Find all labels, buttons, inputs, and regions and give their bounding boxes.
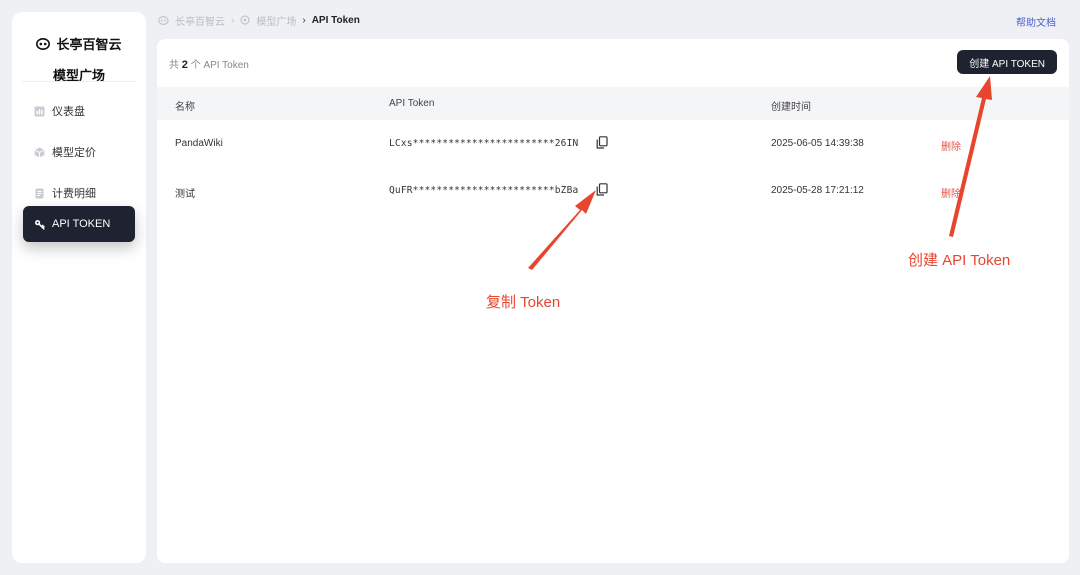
key-icon <box>34 219 45 230</box>
receipt-icon <box>34 188 45 199</box>
breadcrumb-model-square[interactable]: 模型广场 <box>256 13 296 28</box>
breadcrumb-current: API Token <box>311 14 360 26</box>
sidebar-item-model-pricing[interactable]: 模型定价 <box>23 134 135 170</box>
column-header-token: API Token <box>389 98 435 109</box>
count-suffix: 个 API Token <box>190 60 249 71</box>
chevron-right-icon: › <box>302 14 306 26</box>
count-value: 2 <box>181 59 188 71</box>
sidebar: 长亭百智云 模型广场 仪表盘 模型定价 计费明细 API TOKEN <box>12 12 146 563</box>
sidebar-item-label: 仪表盘 <box>52 106 85 118</box>
table-row: PandaWiki LCxs************************26… <box>157 121 1069 167</box>
breadcrumb: 长亭百智云 › 模型广场 › API Token <box>158 13 360 28</box>
copy-icon[interactable] <box>596 136 608 149</box>
sidebar-item-label: API TOKEN <box>52 218 111 230</box>
sidebar-item-api-token[interactable]: API TOKEN <box>23 206 135 242</box>
annotation-create-token: 创建 API Token <box>908 252 1011 269</box>
model-icon <box>240 15 250 25</box>
token-created-time: 2025-05-28 17:21:12 <box>771 185 864 196</box>
delete-button[interactable]: 删除 <box>941 138 961 153</box>
token-count: 共 2 个 API Token <box>169 56 249 71</box>
table-row: 测试 QuFR************************bZBa 2025… <box>157 168 1069 214</box>
brand: 长亭百智云 模型广场 <box>12 34 146 84</box>
token-created-time: 2025-06-05 14:39:38 <box>771 138 864 149</box>
count-prefix: 共 <box>169 60 179 71</box>
brand-name: 长亭百智云 <box>56 37 122 52</box>
brand-logo-icon <box>158 15 169 25</box>
app-window: 长亭百智云 模型广场 仪表盘 模型定价 计费明细 API TOKEN 长亭百智云… <box>0 0 1080 575</box>
token-name: PandaWiki <box>175 138 223 149</box>
help-docs-link[interactable]: 帮助文档 <box>1016 14 1056 29</box>
breadcrumb-home[interactable]: 长亭百智云 <box>175 13 225 28</box>
sidebar-item-label: 计费明细 <box>52 188 96 200</box>
token-panel: 共 2 个 API Token 创建 API TOKEN 名称 API Toke… <box>157 39 1069 563</box>
token-value: QuFR************************bZBa <box>389 185 579 196</box>
sidebar-item-label: 模型定价 <box>52 147 96 159</box>
delete-button[interactable]: 删除 <box>941 185 961 200</box>
table-header: 名称 API Token 创建时间 <box>157 87 1069 120</box>
token-name: 测试 <box>175 189 195 200</box>
annotation-copy-token: 复制 Token <box>486 294 561 311</box>
chart-icon <box>34 106 45 117</box>
column-header-created: 创建时间 <box>771 102 811 113</box>
copy-icon[interactable] <box>596 183 608 196</box>
chevron-right-icon: › <box>231 14 235 26</box>
brand-logo-icon <box>36 37 51 50</box>
column-header-name: 名称 <box>175 102 195 113</box>
token-value: LCxs************************26IN <box>389 138 579 149</box>
sidebar-divider <box>22 81 136 82</box>
sidebar-item-dashboard[interactable]: 仪表盘 <box>23 93 135 129</box>
create-api-token-button[interactable]: 创建 API TOKEN <box>957 50 1057 74</box>
box-icon <box>34 147 45 158</box>
